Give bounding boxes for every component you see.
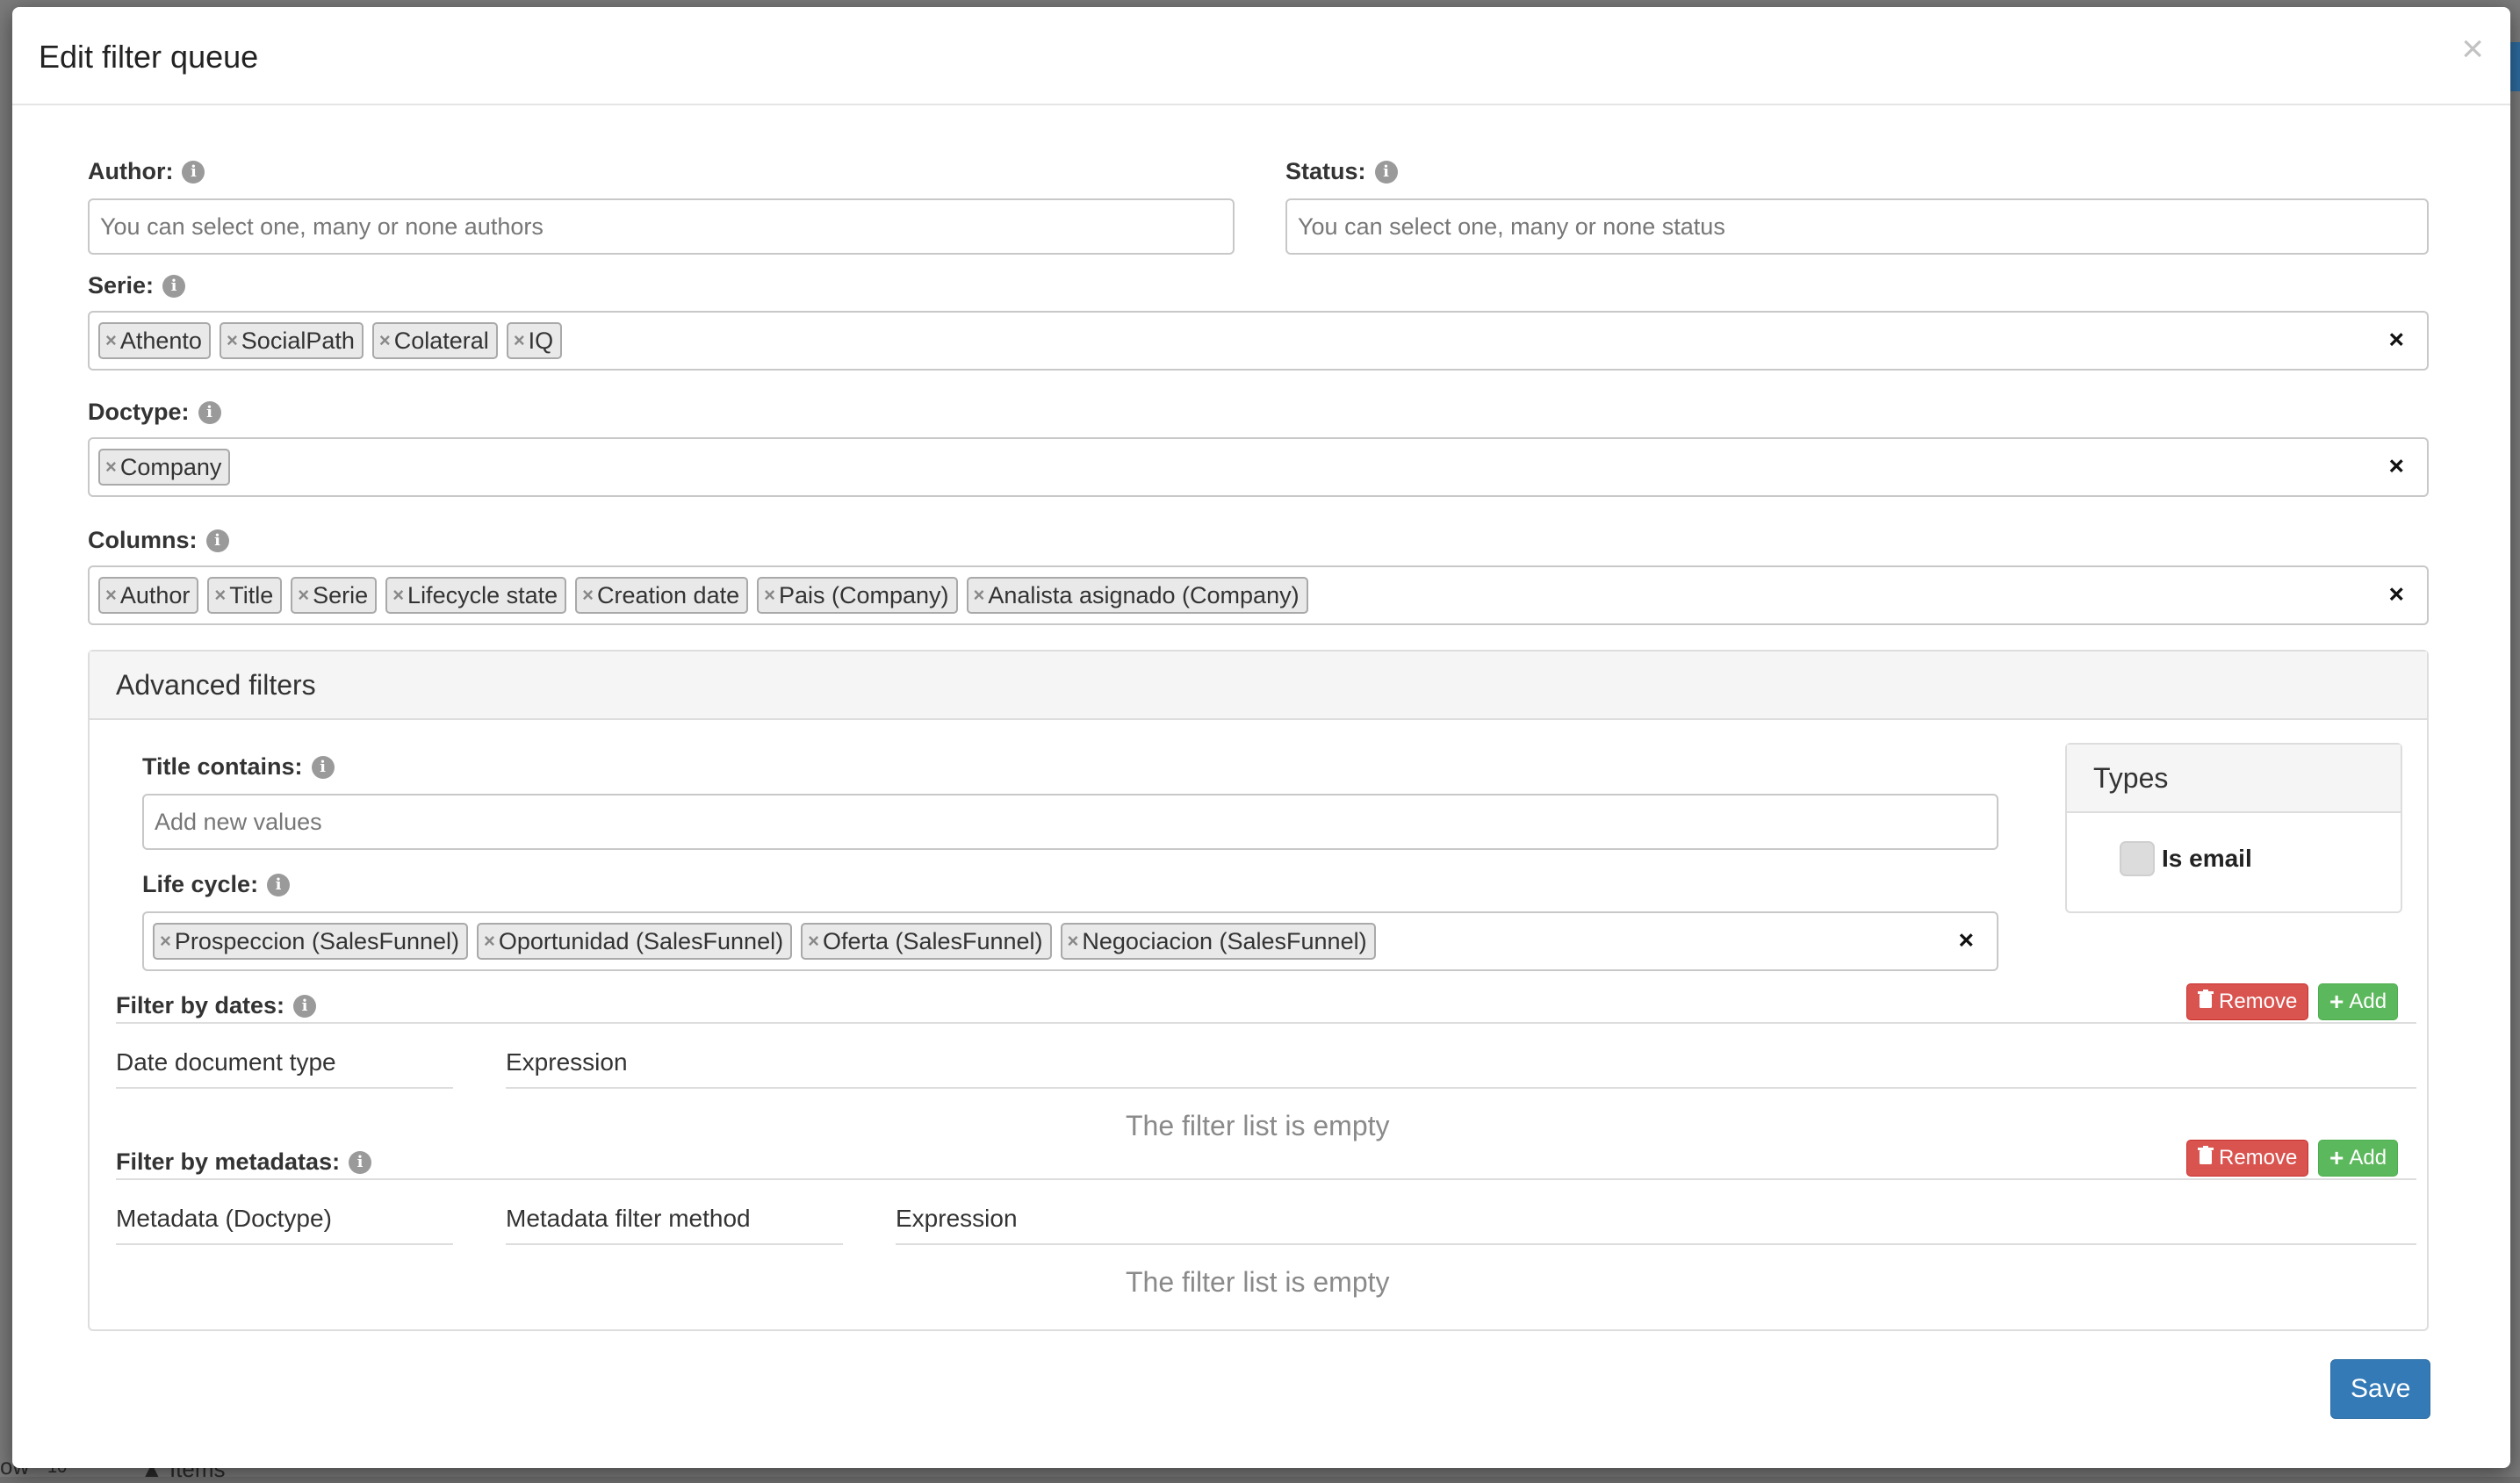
- status-label: Status: i: [1285, 158, 1398, 185]
- columns-select[interactable]: × Author × Title × Serie × Lifecycle state ×…: [88, 565, 2429, 625]
- remove-tag-icon[interactable]: ×: [484, 930, 495, 953]
- life-cycle-tag: × Oportunidad (SalesFunnel): [477, 923, 793, 960]
- life-cycle-tag: × Negociacion (SalesFunnel): [1060, 923, 1376, 960]
- divider: [116, 1022, 2416, 1024]
- info-icon[interactable]: i: [293, 994, 317, 1018]
- clear-icon[interactable]: ×: [2388, 325, 2404, 355]
- advanced-filters-header: Advanced filters: [90, 652, 2427, 720]
- info-icon[interactable]: i: [198, 400, 221, 424]
- trash-icon: [2198, 1145, 2214, 1171]
- columns-label: Columns: i: [88, 527, 229, 554]
- close-icon[interactable]: ×: [2461, 30, 2484, 68]
- serie-select[interactable]: × Athento × SocialPath × Colateral × IQ ×: [88, 311, 2429, 371]
- remove-tag-icon[interactable]: ×: [974, 584, 985, 607]
- advanced-filters-title: Advanced filters: [116, 669, 316, 701]
- remove-tag-icon[interactable]: ×: [105, 329, 117, 352]
- is-email-label: Is email: [2162, 845, 2252, 872]
- plus-icon: +: [2329, 988, 2344, 1015]
- info-icon[interactable]: i: [349, 1150, 372, 1174]
- doctype-select[interactable]: × Company ×: [88, 437, 2429, 497]
- filter-by-metadatas-label: Filter by metadatas: i: [116, 1148, 372, 1176]
- date-filters-empty-message: The filter list is empty: [1126, 1110, 1390, 1141]
- life-cycle-tag: × Prospeccion (SalesFunnel): [153, 923, 469, 960]
- column-tag: × Author: [98, 577, 199, 614]
- remove-tag-icon[interactable]: ×: [808, 930, 819, 953]
- life-cycle-label: Life cycle: i: [142, 871, 291, 898]
- add-date-filter-button[interactable]: + Add: [2318, 983, 2399, 1020]
- author-input[interactable]: [88, 198, 1235, 255]
- add-metadata-filter-button[interactable]: + Add: [2318, 1140, 2399, 1177]
- doctype-label: Doctype: i: [88, 399, 221, 426]
- remove-tag-icon[interactable]: ×: [227, 329, 238, 352]
- remove-tag-icon[interactable]: ×: [514, 329, 525, 352]
- remove-tag-icon[interactable]: ×: [298, 584, 309, 607]
- remove-tag-icon[interactable]: ×: [582, 584, 594, 607]
- serie-tag: × SocialPath: [219, 322, 364, 359]
- title-contains-label: Title contains: i: [142, 753, 335, 781]
- remove-tag-icon[interactable]: ×: [379, 329, 391, 352]
- dialog-title: Edit filter queue: [39, 39, 259, 75]
- info-icon[interactable]: i: [267, 873, 291, 896]
- types-box: Types Is email: [2065, 743, 2402, 913]
- remove-metadata-filter-button[interactable]: Remove: [2186, 1140, 2309, 1177]
- remove-tag-icon[interactable]: ×: [214, 584, 226, 607]
- column-tag: × Title: [207, 577, 283, 614]
- doctype-tag: × Company: [98, 449, 231, 486]
- title-contains-input[interactable]: [142, 794, 1998, 850]
- life-cycle-tag: × Oferta (SalesFunnel): [801, 923, 1052, 960]
- clear-icon[interactable]: ×: [1958, 925, 1974, 955]
- expression-column: Expression: [506, 1048, 2416, 1089]
- remove-tag-icon[interactable]: ×: [1068, 930, 1079, 953]
- types-header: Types: [2067, 745, 2401, 813]
- metadata-doctype-column: Metadata (Doctype): [116, 1205, 453, 1245]
- remove-tag-icon[interactable]: ×: [105, 584, 117, 607]
- life-cycle-select[interactable]: × Prospeccion (SalesFunnel) × Oportunidad …: [142, 911, 1998, 971]
- remove-date-filter-button[interactable]: Remove: [2186, 983, 2309, 1020]
- date-document-type-column: Date document type: [116, 1048, 453, 1089]
- column-tag: × Serie: [291, 577, 378, 614]
- remove-tag-icon[interactable]: ×: [392, 584, 404, 607]
- serie-tag: × IQ: [506, 322, 563, 359]
- metadata-expression-column: Expression: [896, 1205, 2416, 1245]
- save-button[interactable]: Save: [2330, 1359, 2431, 1419]
- remove-tag-icon[interactable]: ×: [764, 584, 775, 607]
- serie-tag: × Colateral: [371, 322, 498, 359]
- serie-label: Serie: i: [88, 272, 186, 299]
- status-input[interactable]: [1285, 198, 2429, 255]
- plus-icon: +: [2329, 1144, 2344, 1171]
- info-icon[interactable]: i: [1374, 160, 1398, 184]
- clear-icon[interactable]: ×: [2388, 580, 2404, 609]
- column-tag: × Lifecycle state: [385, 577, 567, 614]
- types-title: Types: [2093, 762, 2169, 794]
- edit-filter-queue-dialog: Edit filter queue × Author:i Status:i Se…: [12, 7, 2510, 1468]
- column-tag: × Creation date: [575, 577, 749, 614]
- info-icon[interactable]: i: [182, 160, 205, 184]
- metadata-filters-empty-message: The filter list is empty: [1126, 1266, 1390, 1298]
- remove-tag-icon[interactable]: ×: [105, 456, 117, 479]
- info-icon[interactable]: i: [311, 755, 335, 779]
- info-icon[interactable]: i: [162, 274, 186, 298]
- column-tag: × Pais (Company): [757, 577, 958, 614]
- remove-tag-icon[interactable]: ×: [160, 930, 171, 953]
- dialog-header: Edit filter queue ×: [12, 7, 2510, 105]
- author-label: Author: i: [88, 158, 205, 185]
- divider: [116, 1178, 2416, 1180]
- column-tag: × Analista asignado (Company): [966, 577, 1308, 614]
- serie-tag: × Athento: [98, 322, 211, 359]
- info-icon[interactable]: i: [205, 529, 229, 552]
- filter-by-dates-label: Filter by dates: i: [116, 992, 317, 1019]
- is-email-checkbox[interactable]: [2120, 841, 2155, 876]
- trash-icon: [2198, 989, 2214, 1015]
- clear-icon[interactable]: ×: [2388, 451, 2404, 481]
- metadata-filter-method-column: Metadata filter method: [506, 1205, 843, 1245]
